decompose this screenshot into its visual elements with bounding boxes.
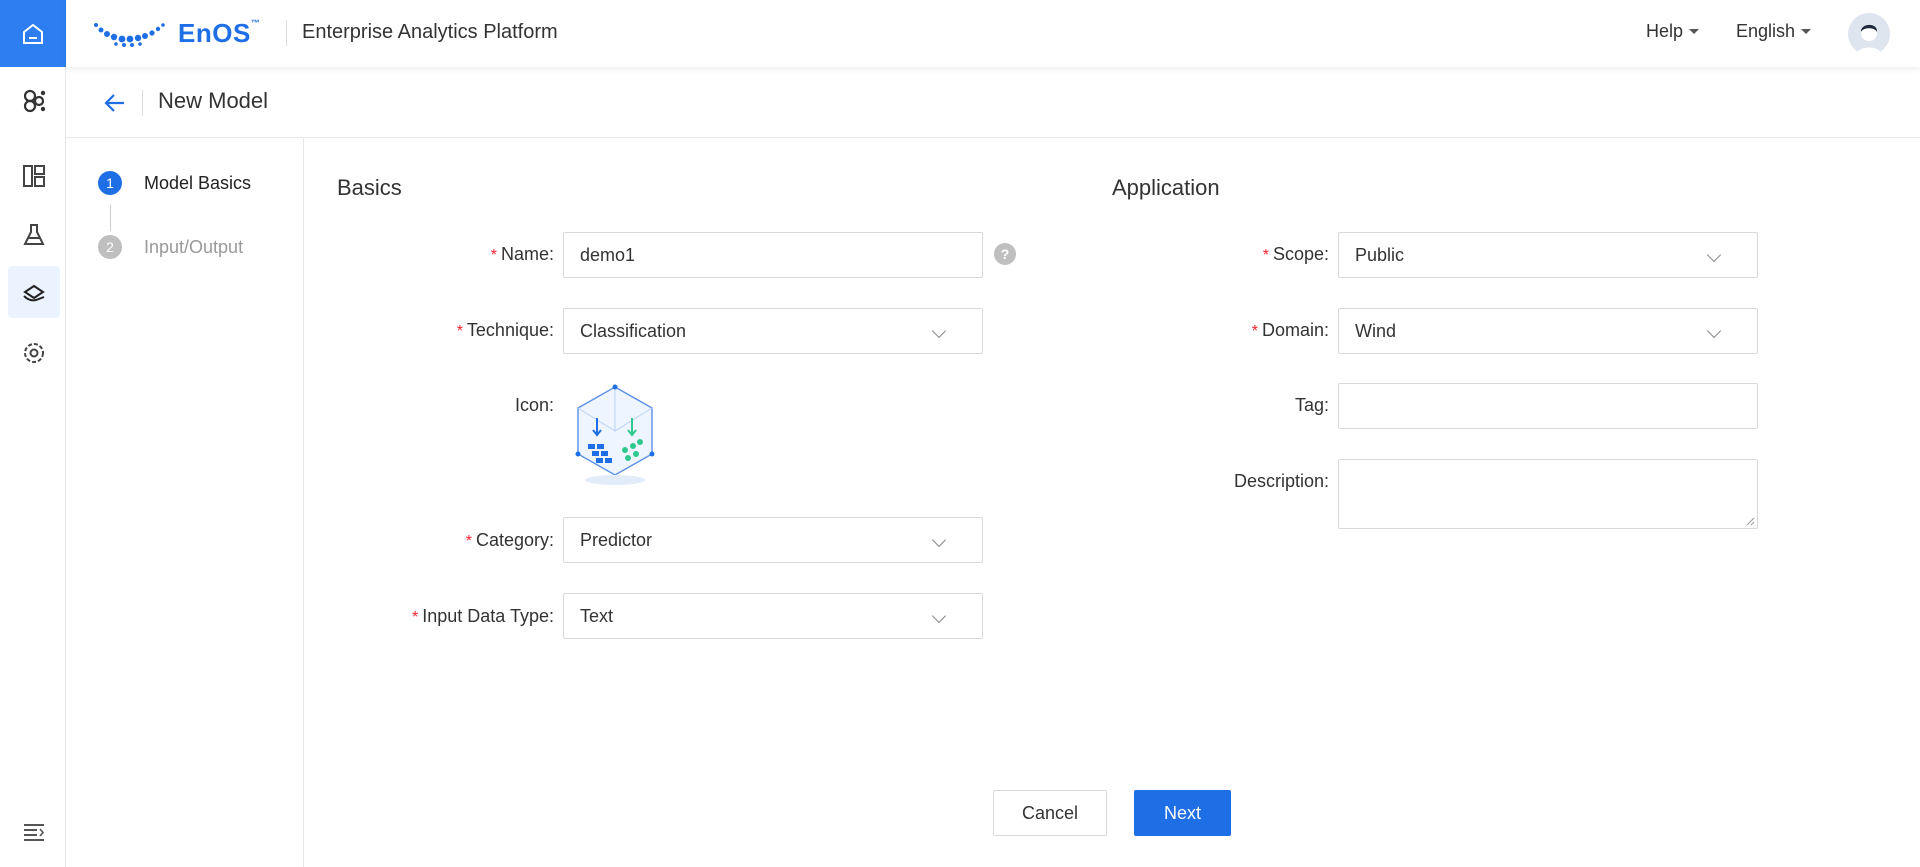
avatar[interactable] [1848,13,1890,55]
help-icon[interactable]: ? [994,243,1016,265]
description-label: Description: [1233,471,1329,491]
cancel-button[interactable]: Cancel [993,790,1107,836]
page-title: New Model [158,88,269,113]
name-field[interactable] [563,232,983,278]
domain-select[interactable]: Wind [1338,308,1758,354]
language-menu-label: English [1736,21,1796,41]
input-data-type-label: * Input Data Type: [412,606,554,627]
required-asterisk: * [490,247,497,264]
input-data-type-label-text: Input Data Type: [422,606,554,626]
step-label: Model Basics [144,172,252,193]
dashboard-icon [23,165,45,187]
basics-section-title: Basics [337,175,402,200]
required-asterisk: * [1262,247,1269,264]
resize-handle-icon[interactable] [1745,516,1755,526]
collapse-menu-icon [24,824,45,841]
required-asterisk: * [465,533,472,550]
tag-input[interactable] [1355,395,1741,417]
required-asterisk: * [456,323,463,340]
domain-value: Wind [1355,320,1397,341]
header-divider [142,90,143,116]
input-data-type-value: Text [580,605,614,626]
caret-down-icon [1689,29,1700,34]
application-section-title: Application [1112,175,1220,200]
top-bar: EnOS™ Enterprise Analytics Platform Help… [66,0,1920,67]
chevron-down-icon [931,532,947,548]
step-label: Input/Output [144,236,244,257]
scope-label: * Scope: [1263,244,1329,265]
scope-select[interactable]: Public [1338,232,1758,278]
name-input[interactable] [580,244,966,266]
user-avatar-icon [1848,13,1890,55]
platform-title: Enterprise Analytics Platform [302,21,558,43]
home-icon [23,23,43,44]
category-select[interactable]: Predictor [563,517,983,563]
rail-models-button[interactable] [8,266,60,318]
next-button[interactable]: Next [1134,790,1231,836]
logo-text: EnOS [178,18,251,48]
step-input-output[interactable]: 2 Input/Output [98,235,243,259]
page-header: New Model [66,67,1920,138]
model-icon-picker[interactable] [570,382,660,488]
enos-logo[interactable]: EnOS™ [92,18,260,49]
brain-icon [23,89,46,113]
rail-lab-button[interactable] [8,209,60,261]
step-number: 1 [98,171,122,195]
help-menu[interactable]: Help [1646,21,1700,42]
chevron-down-icon [931,323,947,339]
domain-label-text: Domain: [1261,320,1329,340]
logo-dots-icon [94,22,165,47]
logo-trademark: ™ [250,18,261,28]
flask-icon [23,224,45,245]
back-arrow-icon[interactable] [102,90,128,116]
chevron-down-icon [931,608,947,624]
technique-select[interactable]: Classification [563,308,983,354]
step-model-basics[interactable]: 1 Model Basics [98,171,251,195]
description-field[interactable] [1338,459,1758,529]
input-data-type-select[interactable]: Text [563,593,983,639]
model-cube-icon [575,384,655,485]
left-rail [0,0,66,867]
language-menu[interactable]: English [1736,21,1812,42]
layers-hand-icon [23,284,45,302]
tag-label: Tag: [1294,395,1329,415]
title-divider [286,20,287,46]
technique-label-text: Technique: [466,320,554,340]
tag-field[interactable] [1338,383,1758,429]
chevron-down-icon [1706,247,1722,263]
icon-label: Icon: [514,395,554,415]
chevron-down-icon [1706,323,1722,339]
scope-label-text: Scope: [1272,244,1329,264]
required-asterisk: * [412,609,419,626]
name-label: * Name: [491,244,554,265]
technique-value: Classification [580,320,687,341]
home-button[interactable] [0,0,66,67]
rail-dashboard-button[interactable] [8,150,60,202]
category-label-text: Category: [475,530,554,550]
required-asterisk: * [1251,323,1258,340]
category-value: Predictor [580,529,653,550]
scope-value: Public [1355,244,1405,265]
rail-settings-button[interactable] [8,327,60,379]
help-menu-label: Help [1646,21,1684,41]
name-label-text: Name: [500,244,554,264]
step-number: 2 [98,235,122,259]
settings-icon [24,343,44,363]
category-label: * Category: [466,530,554,551]
domain-label: * Domain: [1252,320,1329,341]
caret-down-icon [1801,29,1812,34]
rail-model-hub-button[interactable] [8,75,60,127]
step-navigator: 1 Model Basics 2 Input/Output [66,138,304,867]
rail-collapse-button[interactable] [8,806,60,858]
technique-label: * Technique: [457,320,554,341]
step-connector [110,205,111,231]
